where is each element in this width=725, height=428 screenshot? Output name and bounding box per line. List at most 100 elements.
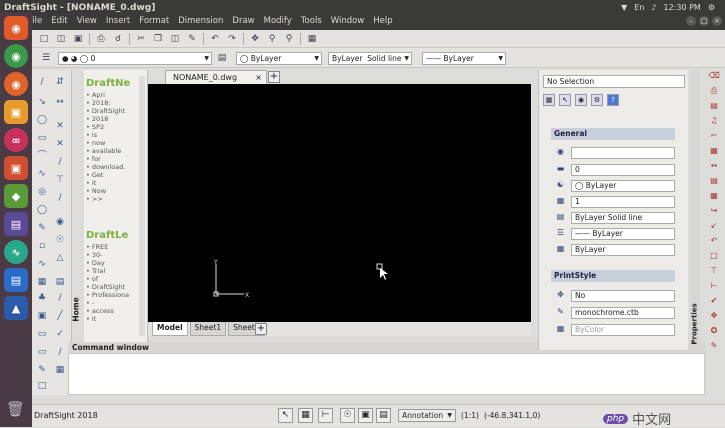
menu-help[interactable]: Help: [373, 16, 392, 26]
snap-toggle-icon[interactable]: ↖: [278, 408, 293, 423]
undo-icon[interactable]: ↶: [209, 33, 221, 45]
move-icon[interactable]: ◉: [54, 216, 66, 228]
arc-icon[interactable]: ⌒: [36, 150, 48, 162]
pan-icon[interactable]: ✥: [249, 33, 261, 45]
home-scrollbar[interactable]: [139, 76, 145, 336]
rotate-tool-icon[interactable]: ▤: [709, 175, 720, 186]
news-item[interactable]: DraftLe • FREE • 30- • Day • Trial • of • Dra…: [86, 231, 136, 324]
block-icon[interactable]: ▦: [36, 276, 48, 288]
prop-line-color[interactable]: ◯ ByLayer: [571, 180, 675, 192]
annotation-scale-dropdown[interactable]: Annotation ▼: [398, 409, 456, 422]
prop-print-table[interactable]: monochrome.ctb: [571, 307, 675, 319]
image-icon[interactable]: ▣: [36, 310, 48, 322]
fillet-tool-icon[interactable]: ✥: [709, 310, 720, 321]
home-tab[interactable]: Home: [72, 70, 84, 342]
mirror-icon[interactable]: ▤: [54, 276, 66, 288]
menu-window[interactable]: Window: [331, 16, 365, 26]
prop-print-color[interactable]: ByColor: [571, 324, 675, 336]
erase-icon[interactable]: ⌫: [709, 70, 720, 81]
drawing-canvas[interactable]: Y X: [148, 84, 531, 322]
fillet-icon[interactable]: ✓: [54, 328, 66, 340]
news-item[interactable]: DraftNe • Apri • 2018: • DraftSight • 2018 •…: [86, 79, 136, 204]
keyboard-language[interactable]: En: [634, 3, 644, 12]
format-painter-icon[interactable]: ✎: [186, 33, 198, 45]
prop-color[interactable]: [571, 147, 675, 159]
clock[interactable]: 12:30 PM: [664, 3, 701, 12]
select-objects-icon[interactable]: ↖: [559, 94, 571, 106]
tab-model[interactable]: Model: [152, 322, 188, 336]
chamfer-tool-icon[interactable]: ✔: [709, 295, 720, 306]
trash-icon[interactable]: 🗑: [6, 400, 26, 420]
prop-layer[interactable]: 0: [571, 164, 675, 176]
writer-icon[interactable]: ▤: [4, 268, 28, 292]
move-tool-icon[interactable]: ↔: [709, 160, 720, 171]
cut-icon[interactable]: ✂: [135, 33, 147, 45]
polar-toggle-icon[interactable]: ☉: [340, 408, 355, 423]
layer-manager-icon[interactable]: ☰: [40, 52, 52, 64]
selection-dropdown[interactable]: No Selection: [543, 75, 685, 88]
general-section-header[interactable]: General: [551, 128, 675, 140]
toggle-pickadd-icon[interactable]: ▦: [543, 94, 555, 106]
scale-icon[interactable]: △: [54, 252, 66, 264]
menu-modify[interactable]: Modify: [264, 16, 292, 26]
table-icon[interactable]: ∿: [36, 258, 48, 270]
trim-icon[interactable]: ✕: [54, 138, 66, 150]
break-icon[interactable]: ⊤: [54, 174, 66, 186]
infinite-line-icon[interactable]: ⇵: [54, 76, 66, 88]
print-icon[interactable]: ⎙: [95, 33, 107, 45]
properties-icon[interactable]: ▦: [306, 33, 318, 45]
join-icon[interactable]: ⊢: [709, 280, 720, 291]
explode-icon[interactable]: ∕: [54, 346, 66, 358]
mirror-tool-icon[interactable]: ▤: [709, 100, 720, 111]
quick-select-icon[interactable]: ◉: [575, 94, 587, 106]
array-icon[interactable]: ▦: [54, 364, 66, 376]
break-tool-icon[interactable]: ⊤: [709, 265, 720, 276]
dimension-linear-icon[interactable]: ↔: [54, 96, 66, 108]
chrome-icon[interactable]: ◉: [4, 44, 28, 68]
add-sheet-button[interactable]: +: [255, 323, 267, 335]
insert-block-icon[interactable]: ♣: [36, 292, 48, 304]
text-icon[interactable]: ▫: [36, 240, 48, 252]
settings-gear-icon[interactable]: ⚙: [708, 3, 715, 12]
menu-view[interactable]: View: [77, 16, 97, 26]
grid-icon[interactable]: ▦: [709, 145, 720, 156]
files-icon[interactable]: ▣: [4, 100, 28, 124]
menu-dimension[interactable]: Dimension: [178, 16, 223, 26]
prop-lineweight[interactable]: —— ByLayer: [571, 228, 675, 240]
properties-side-tab[interactable]: Properties: [690, 70, 700, 350]
explode-tool-icon[interactable]: ✪: [709, 325, 720, 336]
extend-tool-icon[interactable]: □: [709, 250, 720, 261]
redo-icon[interactable]: ↷: [226, 33, 238, 45]
system-monitor-icon[interactable]: ∿: [4, 240, 28, 264]
document-tab[interactable]: NONAME_0.dwg ×: [165, 70, 267, 84]
flickr-icon[interactable]: ∞: [4, 128, 28, 152]
save-icon[interactable]: ▣: [72, 33, 84, 45]
lengthen-icon[interactable]: ↙: [709, 220, 720, 231]
delete-icon[interactable]: ✕: [54, 120, 66, 132]
circle-icon[interactable]: ◯: [36, 114, 48, 126]
print-preview-icon[interactable]: ☌: [112, 33, 124, 45]
wifi-icon[interactable]: ▼: [621, 3, 627, 12]
command-window[interactable]: [68, 353, 705, 395]
printstyle-section-header[interactable]: PrintStyle: [551, 270, 675, 282]
menu-insert[interactable]: Insert: [106, 16, 130, 26]
stretch-tool-icon[interactable]: ↪: [709, 205, 720, 216]
firefox-icon[interactable]: ◉: [4, 72, 28, 96]
layer-dropdown[interactable]: ● ◕ ◯ 0 ▼: [58, 52, 212, 65]
point-icon[interactable]: ◯: [36, 204, 48, 216]
scale-tool-icon[interactable]: ▦: [709, 190, 720, 201]
copy-tool-icon[interactable]: ⎙: [709, 85, 720, 96]
ellipse-icon[interactable]: ◎: [36, 186, 48, 198]
open-file-icon[interactable]: ◫: [55, 33, 67, 45]
paste-icon[interactable]: ◫: [169, 33, 181, 45]
rectangle-icon[interactable]: ▭: [36, 132, 48, 144]
menu-draw[interactable]: Draw: [232, 16, 254, 26]
hatch-icon[interactable]: ✎: [36, 222, 48, 234]
wipeout-icon[interactable]: ▭: [36, 346, 48, 358]
new-file-icon[interactable]: □: [38, 33, 50, 45]
trim-tool-icon[interactable]: ↶: [709, 235, 720, 246]
extend-icon[interactable]: ∕: [54, 156, 66, 168]
filter-icon[interactable]: ⚙: [591, 94, 603, 106]
draftsight-icon[interactable]: ▲: [4, 296, 28, 320]
polyline-icon[interactable]: ↘: [36, 96, 48, 108]
